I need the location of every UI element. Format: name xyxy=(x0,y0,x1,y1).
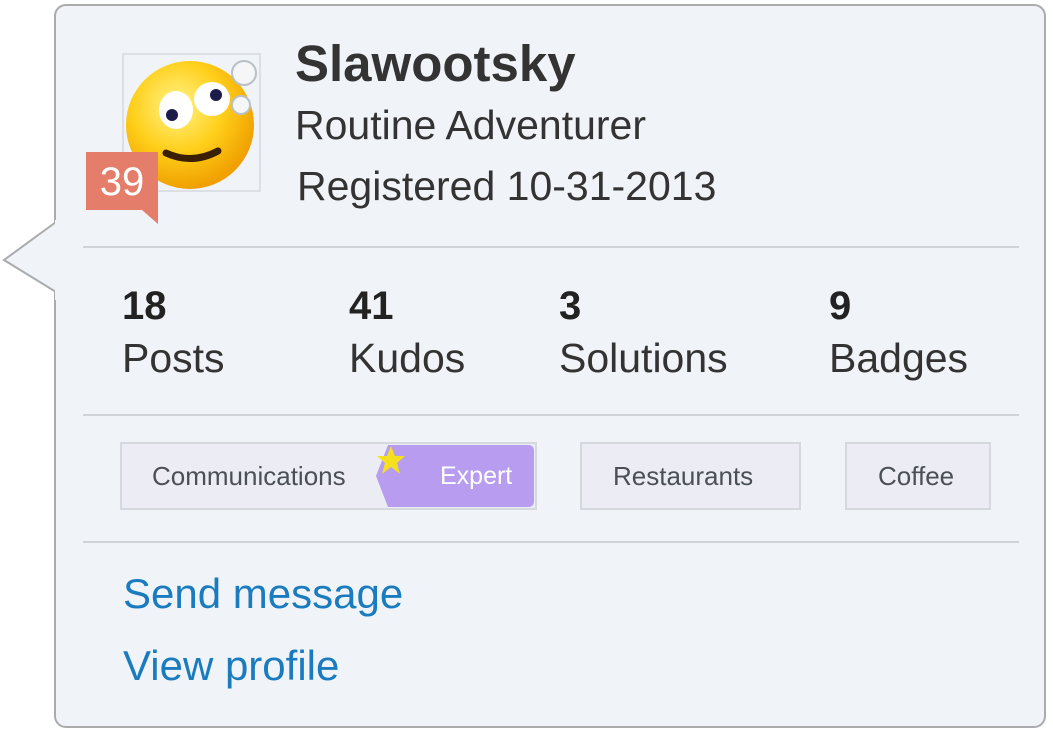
expert-badge: Expert xyxy=(376,445,536,507)
stat-solutions[interactable]: 3 Solutions xyxy=(559,282,728,386)
expert-label: Expert xyxy=(440,462,513,490)
stat-value: 3 xyxy=(559,284,582,328)
stat-value: 9 xyxy=(829,284,852,328)
stat-kudos[interactable]: 41 Kudos xyxy=(349,282,465,386)
tag-label: Communications xyxy=(152,461,346,491)
username[interactable]: Slawootsky xyxy=(295,34,576,94)
tag-label: Coffee xyxy=(878,461,955,491)
stat-value: 18 xyxy=(122,284,167,328)
stat-label: Solutions xyxy=(559,335,728,381)
view-profile-link[interactable]: View profile xyxy=(123,640,339,692)
tag-label: Restaurants xyxy=(613,461,754,491)
tag-coffee[interactable]: Coffee xyxy=(845,442,991,510)
divider xyxy=(83,541,1019,543)
stat-badges[interactable]: 9 Badges xyxy=(829,282,968,386)
star-icon xyxy=(377,446,405,474)
rank-title: Routine Adventurer xyxy=(295,102,647,148)
divider xyxy=(83,414,1019,416)
stat-value: 41 xyxy=(349,284,394,328)
divider xyxy=(83,246,1019,248)
stat-label: Posts xyxy=(122,335,225,381)
card-pointer xyxy=(2,220,62,300)
stat-posts[interactable]: 18 Posts xyxy=(122,282,225,386)
stat-label: Badges xyxy=(829,335,969,381)
stat-label: Kudos xyxy=(349,335,466,381)
rank-number: 39 xyxy=(99,160,145,204)
rank-badge: 39 xyxy=(86,152,160,224)
send-message-link[interactable]: Send message xyxy=(123,568,403,620)
registration-date: Registered 10-31-2013 xyxy=(297,163,717,209)
tag-restaurants[interactable]: Restaurants xyxy=(580,442,801,510)
